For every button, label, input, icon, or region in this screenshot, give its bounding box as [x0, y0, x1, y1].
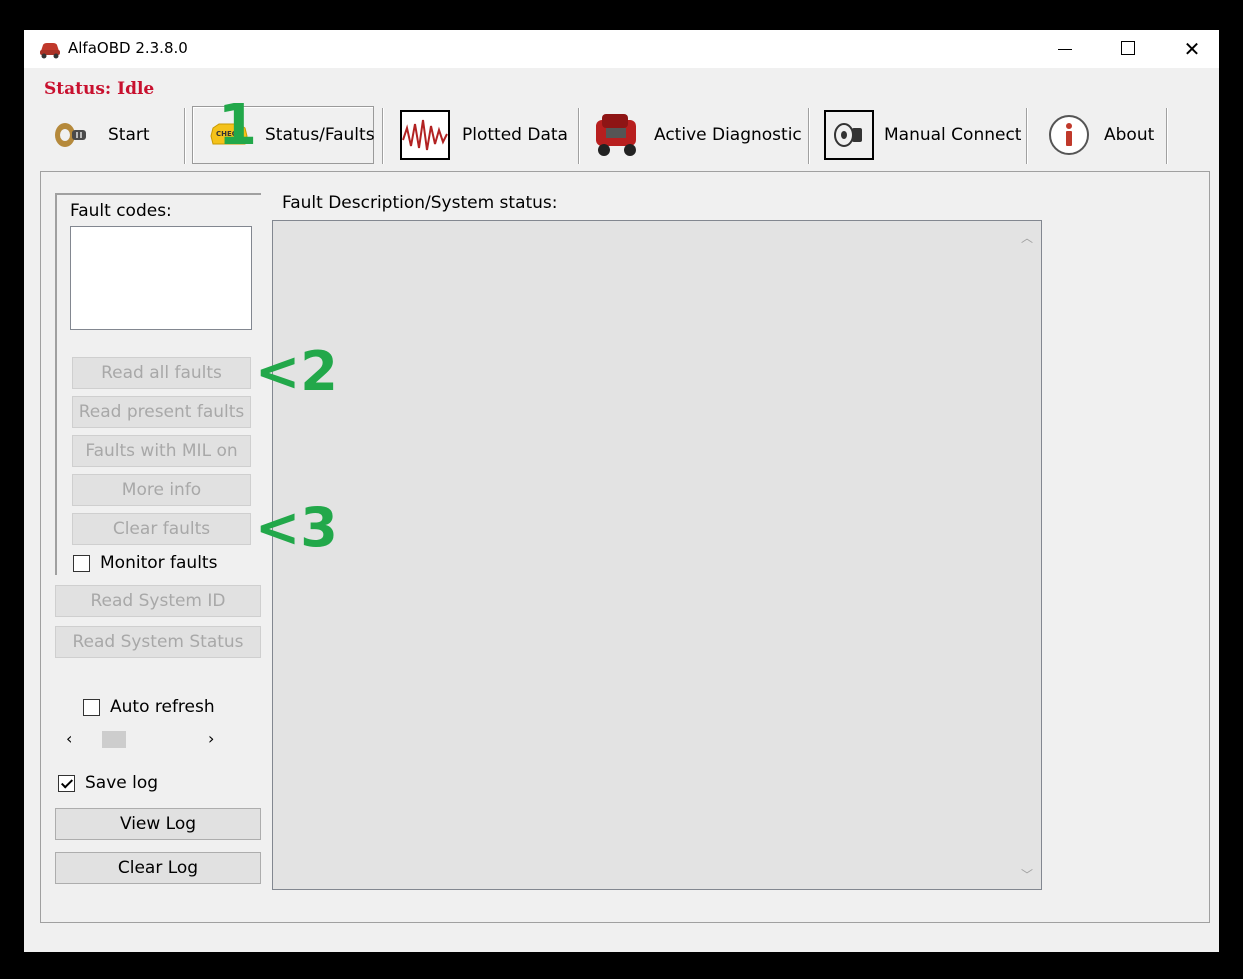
auto-refresh-checkbox[interactable]: Auto refresh	[83, 697, 215, 717]
status-text: Status: Idle	[44, 79, 155, 99]
car-engine-icon	[592, 110, 642, 160]
toolbar-plotted-data[interactable]: Plotted Data	[400, 106, 570, 164]
scroll-down-icon[interactable]: ﹀	[1021, 866, 1033, 883]
toolbar-separator	[1166, 108, 1168, 164]
more-info-button[interactable]: More info	[72, 474, 251, 506]
faults-mil-on-button[interactable]: Faults with MIL on	[72, 435, 251, 467]
auto-refresh-label: Auto refresh	[110, 697, 215, 717]
toolbar-active-diagnostic[interactable]: Active Diagnostic	[592, 106, 802, 164]
connector-icon	[824, 110, 874, 160]
description-scrollbar[interactable]: ︿ ﹀	[1014, 221, 1041, 889]
toolbar-status-faults-label: Status/Faults	[265, 125, 375, 145]
toolbar-separator	[578, 108, 580, 164]
toolbar-plotted-data-label: Plotted Data	[462, 125, 568, 145]
toolbar-start[interactable]: Start	[54, 106, 174, 164]
toolbar-separator	[382, 108, 384, 164]
monitor-faults-checkbox[interactable]: Monitor faults	[73, 553, 217, 573]
title-bar: AlfaOBD 2.3.8.0 ✕	[24, 30, 1219, 68]
annotation-2: <2	[255, 340, 338, 403]
monitor-faults-box[interactable]	[73, 554, 90, 572]
read-system-status-button[interactable]: Read System Status	[55, 626, 261, 658]
toolbar-active-diagnostic-label: Active Diagnostic	[654, 125, 802, 145]
clear-faults-button[interactable]: Clear faults	[72, 513, 251, 545]
save-log-label: Save log	[85, 773, 159, 793]
view-log-button[interactable]: View Log	[55, 808, 261, 840]
refresh-rate-slider[interactable]: ‹ ›	[61, 729, 221, 749]
read-system-id-button[interactable]: Read System ID	[55, 585, 261, 617]
toolbar-manual-connect[interactable]: Manual Connect	[824, 106, 1022, 164]
toolbar-separator	[1026, 108, 1028, 164]
toolbar-about[interactable]: About	[1048, 106, 1168, 164]
slider-thumb[interactable]	[102, 731, 126, 748]
car-app-icon	[38, 39, 62, 64]
app-window: AlfaOBD 2.3.8.0 ✕ Status: Idle Start CHE…	[24, 30, 1219, 952]
toolbar-separator	[184, 108, 186, 164]
minimize-button[interactable]	[1032, 30, 1096, 68]
chevron-left-icon[interactable]: ‹	[66, 729, 72, 748]
fault-description-area[interactable]: ︿ ﹀	[272, 220, 1042, 890]
maximize-button[interactable]	[1096, 30, 1160, 68]
close-button[interactable]: ✕	[1160, 30, 1224, 68]
key-icon	[54, 120, 88, 150]
info-icon	[1048, 114, 1090, 156]
read-all-faults-button[interactable]: Read all faults	[72, 357, 251, 389]
auto-refresh-box[interactable]	[83, 698, 100, 716]
fault-codes-group: Fault codes: Read all faults Read presen…	[55, 193, 261, 575]
close-icon: ✕	[1183, 37, 1201, 61]
waveform-icon	[400, 110, 450, 160]
minimize-icon	[1058, 49, 1072, 50]
toolbar-about-label: About	[1104, 125, 1155, 145]
fault-description-label: Fault Description/System status:	[282, 193, 558, 213]
save-log-checkbox[interactable]: Save log	[58, 773, 158, 793]
maximize-icon	[1121, 41, 1135, 55]
fault-codes-list[interactable]	[70, 226, 252, 330]
window-title: AlfaOBD 2.3.8.0	[68, 39, 188, 57]
annotation-3: <3	[255, 496, 338, 559]
read-present-faults-button[interactable]: Read present faults	[72, 396, 251, 428]
scroll-up-icon[interactable]: ︿	[1021, 229, 1033, 246]
chevron-right-icon[interactable]: ›	[208, 729, 214, 748]
toolbar-manual-connect-label: Manual Connect	[884, 125, 1022, 145]
main-panel: Fault codes: Read all faults Read presen…	[40, 171, 1210, 923]
fault-codes-label: Fault codes:	[70, 201, 172, 221]
toolbar-separator	[808, 108, 810, 164]
save-log-box[interactable]	[58, 774, 75, 792]
annotation-1: 1	[218, 93, 257, 158]
monitor-faults-label: Monitor faults	[100, 553, 218, 573]
clear-log-button[interactable]: Clear Log	[55, 852, 261, 884]
toolbar-start-label: Start	[108, 125, 150, 145]
